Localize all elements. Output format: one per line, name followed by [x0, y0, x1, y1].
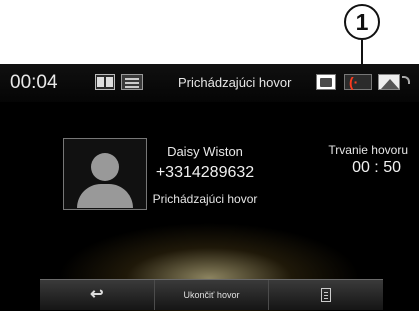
- menu-icon: [321, 288, 332, 302]
- bottom-bar: ↩ Ukončiť hovor: [40, 279, 383, 310]
- sms-icon[interactable]: [316, 74, 336, 90]
- status-title: Prichádzajúci hovor: [178, 75, 292, 90]
- clock: 00:04: [10, 72, 58, 93]
- call-screen: 00:04 Prichádzajúci hovor (· Daisy Wisto…: [0, 64, 419, 311]
- back-icon: ↩: [90, 286, 104, 303]
- phone-icon[interactable]: (·: [344, 74, 372, 90]
- signal-icon: [402, 76, 410, 84]
- callout-marker: 1: [344, 4, 380, 40]
- menu-button[interactable]: [268, 280, 383, 310]
- status-bar: 00:04 Prichádzajúci hovor (·: [0, 64, 419, 102]
- caller-status: Prichádzajúci hovor: [152, 192, 258, 206]
- caller-name: Daisy Wiston: [167, 144, 243, 159]
- book-icon[interactable]: [95, 74, 115, 90]
- duration-value: 00 : 50: [352, 159, 401, 176]
- list-icon[interactable]: [121, 74, 143, 90]
- avatar-head: [91, 153, 119, 181]
- end-call-label: Ukončiť hovor: [183, 290, 240, 300]
- back-button[interactable]: ↩: [40, 280, 154, 310]
- duration-label: Trvanie hovoru: [328, 143, 408, 157]
- end-call-button[interactable]: Ukončiť hovor: [153, 280, 269, 310]
- caller-number: +3314289632: [155, 164, 255, 181]
- navigation-icon[interactable]: [378, 74, 400, 90]
- avatar-body: [77, 184, 133, 208]
